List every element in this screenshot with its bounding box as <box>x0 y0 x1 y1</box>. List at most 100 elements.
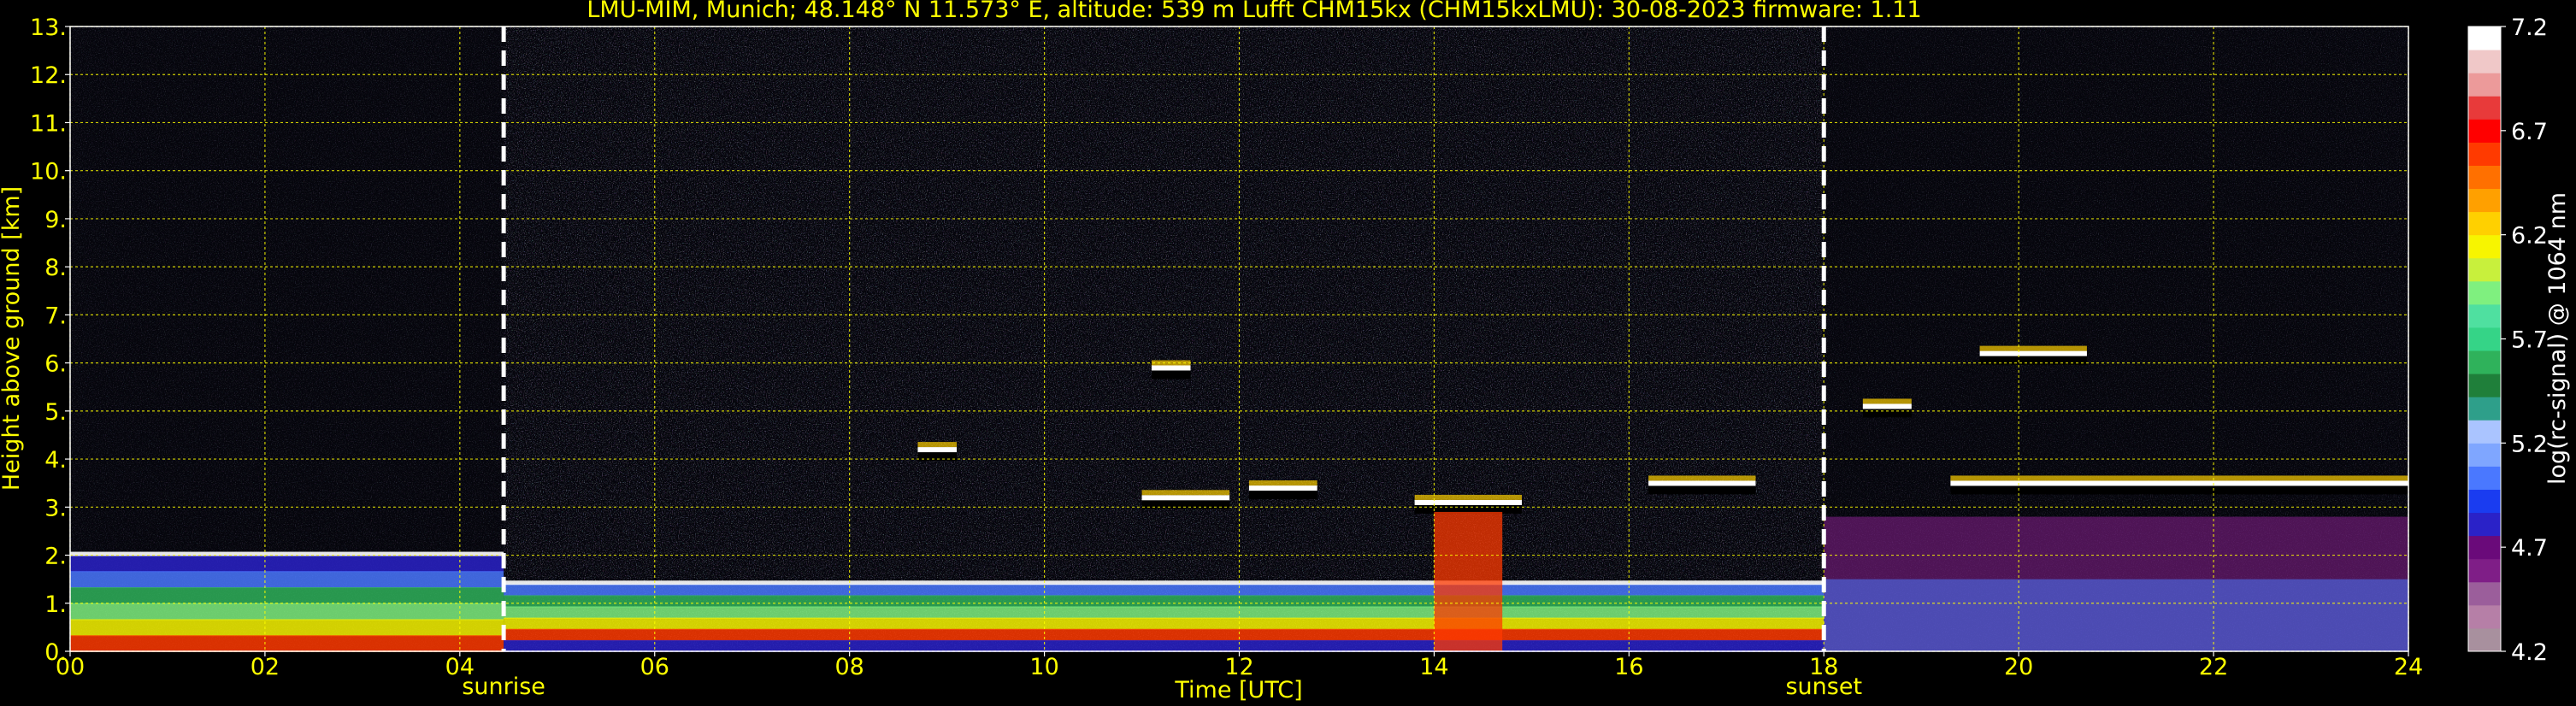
colorbar-segment <box>2468 165 2501 190</box>
colorbar-segment <box>2468 50 2501 74</box>
y-tick-label: 10. <box>30 159 67 185</box>
colorbar-segment <box>2468 234 2501 259</box>
cloud-layer-edge <box>1862 398 1912 404</box>
cloud-layer-edge <box>1979 345 2087 351</box>
cloud-layer-edge <box>1248 480 1317 486</box>
boundary-layer-band <box>70 619 504 637</box>
boundary-layer-band <box>504 628 1824 641</box>
evening-aerosol-layer <box>1824 579 2408 651</box>
boundary-layer-band <box>504 617 1824 630</box>
cloud-layer <box>1648 480 1756 486</box>
colorbar-segment <box>2468 142 2501 166</box>
colorbar-segment <box>2468 26 2501 50</box>
colorbar-tick-label: 7.2 <box>2511 15 2548 41</box>
colorbar-ticks: 4.2 4.7 5.2 5.7 6.2 6.7 7.2 <box>2501 15 2548 666</box>
x-tick-label: 08 <box>834 654 864 680</box>
daytime-noise <box>504 26 1824 651</box>
colorbar-segment <box>2468 627 2501 652</box>
colorbar-tick-label: 5.7 <box>2511 327 2548 354</box>
colorbar-segment <box>2468 466 2501 490</box>
boundary-layer-band <box>504 606 1824 619</box>
cloud-plume <box>1434 511 1503 651</box>
boundary-layer-band <box>70 555 504 573</box>
x-tick-label: 16 <box>1614 654 1643 680</box>
y-tick-label: 4. <box>44 447 67 474</box>
colorbar-segment <box>2468 73 2501 97</box>
colorbar-segment <box>2468 374 2501 397</box>
x-axis-label: Time [UTC] <box>1174 677 1302 703</box>
y-axis-label: Height above ground [km] <box>0 186 25 491</box>
colorbar-segment <box>2468 581 2501 606</box>
boundary-layer-band <box>504 584 1824 597</box>
colorbar: 4.2 4.7 5.2 5.7 6.2 6.7 7.2 log(rc-signal) @ 1… <box>2467 15 2571 666</box>
colorbar-label: log(rc-signal) @ 1064 nm <box>2544 192 2571 485</box>
x-tick-label: 02 <box>251 654 280 680</box>
y-tick-label: 2. <box>44 544 67 570</box>
x-tick-label: 22 <box>2199 654 2228 680</box>
y-tick-label: 3. <box>44 495 67 521</box>
colorbar-segment <box>2468 443 2501 467</box>
x-tick-label: 06 <box>640 654 669 680</box>
y-tick-label: 13. <box>30 15 67 41</box>
colorbar-segment <box>2468 397 2501 421</box>
cloud-layer-edge <box>1414 494 1522 500</box>
x-tick-label: 20 <box>2004 654 2033 680</box>
y-tick-label: 7. <box>44 303 67 329</box>
y-tick-label: 8. <box>44 255 67 281</box>
cloud-layer <box>1151 365 1191 371</box>
colorbar-tick-label: 6.7 <box>2511 119 2548 145</box>
colorbar-tick-label: 4.7 <box>2511 535 2548 562</box>
boundary-layer-band <box>70 635 504 652</box>
y-tick-label: 6. <box>44 351 67 378</box>
colorbar-segment <box>2468 188 2501 213</box>
cloud-layer <box>1979 350 2087 356</box>
sunrise-label: sunrise <box>462 674 545 700</box>
boundary-layer-band <box>70 603 504 621</box>
x-tick-label: 10 <box>1029 654 1058 680</box>
y-axis-ticks: 0. 1. 2. 3. 4. 5. 6. 7. 8. 9. 10. 11. 12. 13. <box>30 15 70 666</box>
colorbar-tick-label: 6.2 <box>2511 223 2548 250</box>
sunset-label: sunset <box>1785 674 1862 700</box>
chart-title: LMU-MIM, Munich; 48.148° N 11.573° E, al… <box>587 0 1921 23</box>
y-tick-label: 1. <box>44 591 67 618</box>
cloud-layer <box>1248 485 1317 491</box>
cloud-layer <box>1862 403 1912 409</box>
colorbar-segment <box>2468 280 2501 305</box>
colorbar-segment <box>2468 257 2501 282</box>
colorbar-tick-label: 5.2 <box>2511 431 2548 457</box>
cloud-layer-edge <box>917 442 958 448</box>
x-tick-label: 14 <box>1419 654 1448 680</box>
colorbar-segment <box>2468 535 2501 560</box>
y-tick-label: 0. <box>44 639 67 666</box>
colorbar-segment <box>2468 512 2501 537</box>
cloud-layer <box>917 447 958 453</box>
x-tick-label: 24 <box>2394 654 2423 680</box>
y-tick-label: 11. <box>30 110 67 137</box>
colorbar-segment <box>2468 327 2501 351</box>
colorbar-segment <box>2468 489 2501 514</box>
cloud-layer <box>1414 499 1522 505</box>
colorbar-segment <box>2468 604 2501 629</box>
boundary-layer-top <box>504 580 1824 585</box>
cloud-layer <box>1141 495 1230 501</box>
colorbar-segment <box>2468 558 2501 583</box>
colorbar-segment <box>2468 420 2501 444</box>
boundary-layer-band <box>70 571 504 589</box>
boundary-layer-band <box>504 595 1824 608</box>
boundary-layer-band <box>504 639 1824 652</box>
plot-area <box>69 26 2409 652</box>
y-tick-label: 9. <box>44 207 67 233</box>
cloud-layer-edge <box>1648 475 1756 481</box>
y-tick-label: 12. <box>30 62 67 89</box>
boundary-layer-band <box>70 587 504 604</box>
colorbar-segment <box>2468 303 2501 328</box>
colorbar-segment <box>2468 119 2501 143</box>
cloud-layer-edge <box>1141 490 1230 496</box>
y-tick-label: 5. <box>44 399 67 426</box>
ceilometer-figure: LMU-MIM, Munich; 48.148° N 11.573° E, al… <box>0 0 2571 703</box>
colorbar-segment <box>2468 211 2501 236</box>
colorbar-segments <box>2468 26 2501 652</box>
colorbar-tick-label: 4.2 <box>2511 639 2548 666</box>
colorbar-segment <box>2468 350 2501 374</box>
colorbar-segment <box>2468 96 2501 120</box>
